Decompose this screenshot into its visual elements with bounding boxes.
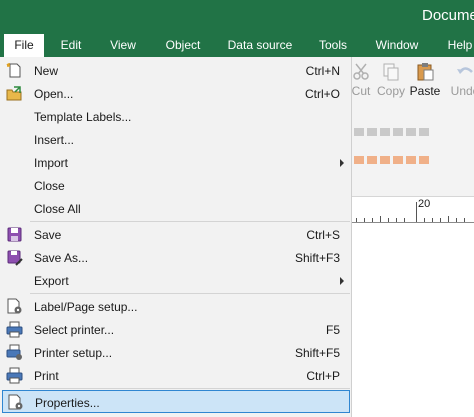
menu-item-properties[interactable]: Properties... — [2, 390, 350, 413]
menu-object[interactable]: Object — [158, 34, 208, 57]
undo-button[interactable]: Undo — [448, 57, 474, 105]
undo-label: Undo — [450, 84, 474, 98]
menu-separator — [30, 293, 350, 294]
undo-icon — [457, 67, 473, 74]
menu-data-source[interactable]: Data source — [222, 34, 298, 57]
copy-label: Copy — [376, 84, 405, 98]
menu-item-save-as[interactable]: Save As... Shift+F3 — [2, 246, 350, 269]
submenu-arrow-icon — [340, 277, 344, 285]
menu-item-close[interactable]: Close — [2, 174, 350, 197]
copy-button[interactable]: Copy — [374, 57, 408, 105]
menu-item-label-page-setup[interactable]: Label/Page setup... — [2, 295, 350, 318]
ribbon: Cut Copy Paste Undo — [350, 57, 474, 197]
menu-tools[interactable]: Tools — [312, 34, 354, 57]
page-setup-icon — [7, 298, 22, 314]
menu-file[interactable]: File — [4, 34, 44, 57]
submenu-arrow-icon — [340, 159, 344, 167]
menu-separator — [30, 388, 350, 389]
window-title: Docume — [422, 7, 474, 24]
scissors-icon — [353, 63, 369, 80]
layout-tools[interactable] — [354, 153, 432, 167]
menu-item-save[interactable]: Save Ctrl+S — [2, 223, 350, 246]
menu-separator — [30, 221, 350, 222]
ruler-mark: 20 — [418, 198, 431, 210]
ruler: 20 — [350, 197, 474, 223]
paste-button[interactable]: Paste — [408, 57, 442, 105]
menu-item-template-labels[interactable]: Template Labels... — [2, 105, 350, 128]
menu-item-print[interactable]: Print Ctrl+P — [2, 364, 350, 387]
open-folder-icon — [6, 86, 22, 101]
save-as-disk-icon — [7, 250, 23, 266]
printer-select-icon — [6, 321, 23, 338]
menu-bar: File Edit View Object Data source Tools … — [0, 34, 474, 57]
menu-help[interactable]: Help — [440, 34, 474, 57]
menu-item-import[interactable]: Import — [2, 151, 350, 174]
printer-icon — [6, 367, 23, 384]
paste-label: Paste — [409, 84, 441, 98]
menu-item-close-all[interactable]: Close All — [2, 197, 350, 220]
menu-item-open[interactable]: Open... Ctrl+O — [2, 82, 350, 105]
menu-window[interactable]: Window — [368, 34, 426, 57]
alignment-tools[interactable] — [354, 125, 432, 139]
menu-item-new[interactable]: New Ctrl+N — [2, 59, 350, 82]
printer-setup-icon — [6, 344, 22, 360]
file-menu-dropdown: New Ctrl+N Open... Ctrl+O Template Label… — [0, 57, 352, 417]
menu-item-select-printer[interactable]: Select printer... F5 — [2, 318, 350, 341]
menu-view[interactable]: View — [103, 34, 143, 57]
new-document-icon — [6, 63, 21, 78]
menu-edit[interactable]: Edit — [52, 34, 90, 57]
copy-icon — [383, 63, 399, 81]
menu-item-printer-setup[interactable]: Printer setup... Shift+F5 — [2, 341, 350, 364]
menu-item-insert[interactable]: Insert... — [2, 128, 350, 151]
title-bar: Docume — [0, 0, 474, 34]
save-disk-icon — [7, 227, 22, 242]
properties-icon — [8, 394, 23, 410]
clipboard-icon — [417, 63, 434, 81]
menu-item-export[interactable]: Export — [2, 269, 350, 292]
